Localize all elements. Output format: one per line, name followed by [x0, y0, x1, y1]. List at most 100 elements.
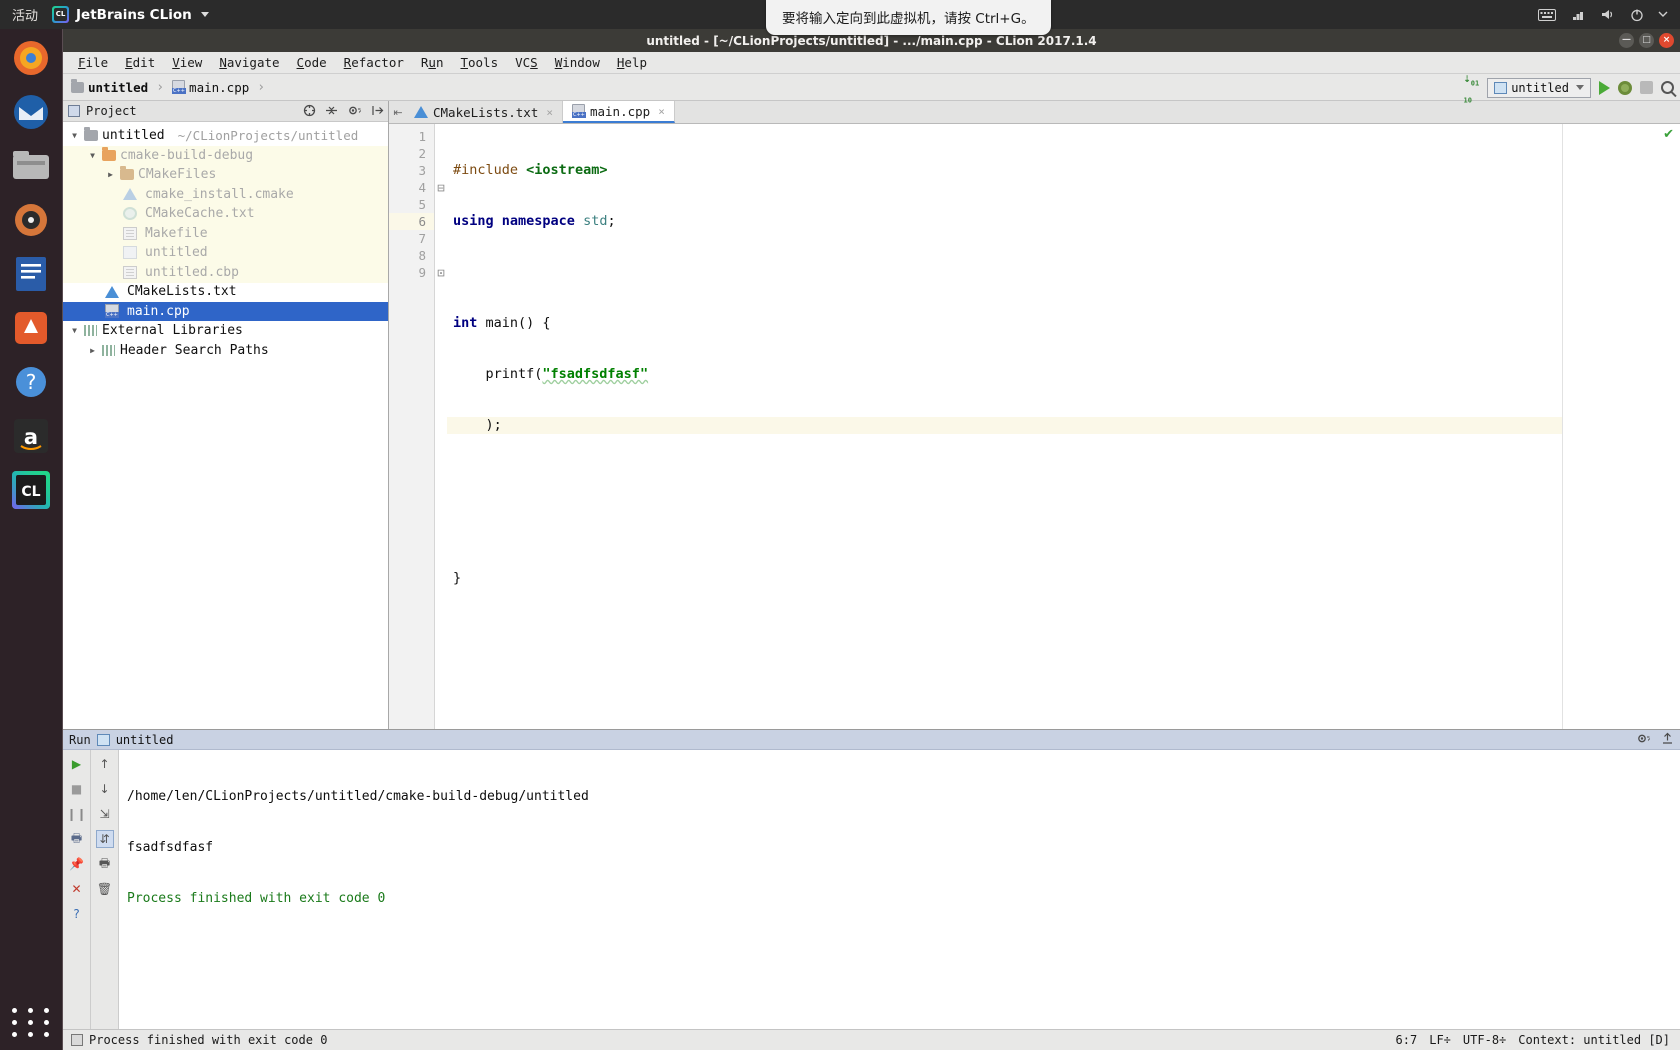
maximize-button[interactable]: □	[1639, 33, 1654, 48]
scroll-to-end-icon[interactable]: ⇵	[95, 830, 114, 848]
close-icon[interactable]: ✕	[68, 880, 86, 898]
tree-node-cmakecache-txt[interactable]: CMakeCache.txt	[63, 204, 388, 224]
soft-wrap-icon[interactable]: ⇲	[96, 805, 114, 823]
hide-icon[interactable]	[1661, 732, 1674, 748]
run-toolbar-left: ▶ ■ ❙❙ 🖶 📌 ✕ ?	[63, 750, 91, 1029]
tree-node-makefile[interactable]: Makefile	[63, 224, 388, 244]
fold-marker-end[interactable]: ⊡	[435, 264, 447, 281]
app-menu-button[interactable]: JetBrains CLion	[52, 6, 209, 23]
dock-item-ubuntu-software[interactable]	[8, 305, 54, 351]
menu-edit[interactable]: Edit	[118, 53, 162, 72]
file-encoding[interactable]: UTF-8÷	[1463, 1033, 1506, 1047]
chevron-down-icon[interactable]	[1658, 11, 1668, 18]
chevron-down-icon[interactable]	[87, 151, 98, 160]
pause-icon[interactable]: ❙❙	[66, 805, 86, 823]
menu-help[interactable]: Help	[610, 53, 654, 72]
menu-file[interactable]: File	[71, 53, 115, 72]
cpp-file-icon	[571, 104, 586, 118]
code-text[interactable]: #include <iostream> using namespace std;…	[447, 124, 1562, 729]
print-console-icon[interactable]: 🖶	[96, 855, 114, 873]
chevron-right-icon[interactable]	[105, 170, 116, 179]
volume-icon[interactable]	[1600, 8, 1616, 21]
run-configuration-selector[interactable]: untitled	[1487, 77, 1591, 98]
caret-position[interactable]: 6:7	[1396, 1033, 1418, 1047]
tree-node-cmakefiles[interactable]: CMakeFiles	[63, 165, 388, 185]
hide-icon[interactable]	[371, 104, 384, 119]
dock-item-amazon[interactable]: a	[8, 413, 54, 459]
stop-icon[interactable]: ■	[68, 780, 86, 798]
activities-button[interactable]: 活动	[0, 5, 52, 24]
dock-item-firefox[interactable]	[8, 35, 54, 81]
line-separator[interactable]: LF÷	[1429, 1033, 1451, 1047]
menu-navigate[interactable]: Navigate	[212, 53, 286, 72]
project-tree[interactable]: untitled ~/CLionProjects/untitled cmake-…	[63, 122, 388, 729]
line-number-current: 6	[389, 213, 434, 230]
chevron-down-icon[interactable]	[69, 326, 80, 335]
collapse-all-icon[interactable]	[325, 104, 338, 119]
trash-icon[interactable]: 🗑	[96, 880, 114, 898]
run-config-name[interactable]: untitled	[116, 733, 174, 747]
close-icon[interactable]: ×	[546, 106, 553, 119]
menu-code[interactable]: Code	[290, 53, 334, 72]
run-icon[interactable]	[1599, 80, 1610, 95]
chevron-down-icon	[200, 12, 209, 17]
dock-item-help[interactable]: ?	[8, 359, 54, 405]
tree-node-untitled-cbp[interactable]: untitled.cbp	[63, 263, 388, 283]
menu-refactor[interactable]: Refactor	[337, 53, 411, 72]
tree-node-cmake-install-cmake[interactable]: cmake_install.cmake	[63, 185, 388, 205]
power-icon[interactable]	[1630, 8, 1644, 22]
dock-item-clion[interactable]: CL	[8, 467, 54, 513]
debug-icon[interactable]	[1618, 80, 1632, 95]
menu-tools[interactable]: Tools	[453, 53, 505, 72]
chevron-right-icon[interactable]	[87, 346, 98, 355]
stop-icon[interactable]	[1640, 81, 1653, 94]
breadcrumb-item-file[interactable]: main.cpp	[189, 80, 249, 95]
breadcrumb-item-project[interactable]: untitled	[88, 80, 148, 95]
pin-icon[interactable]: 📌	[68, 855, 86, 873]
dock-item-libreoffice-writer[interactable]	[8, 251, 54, 297]
help-icon[interactable]: ?	[68, 905, 86, 923]
context-indicator[interactable]: Context: untitled [D]	[1518, 1033, 1670, 1047]
menu-run[interactable]: Run	[414, 53, 451, 72]
minimize-button[interactable]: —	[1619, 33, 1634, 48]
menu-vcs[interactable]: VCS	[508, 53, 545, 72]
tab-main-cpp[interactable]: main.cpp ×	[562, 101, 675, 123]
console-icon[interactable]	[71, 1034, 83, 1046]
gear-icon[interactable]	[347, 104, 362, 119]
dock-item-thunderbird[interactable]	[8, 89, 54, 135]
close-icon[interactable]: ×	[658, 105, 665, 118]
menu-window[interactable]: Window	[548, 53, 607, 72]
gear-icon[interactable]	[1636, 732, 1651, 748]
dock-item-rhythmbox[interactable]	[8, 197, 54, 243]
tree-node-untitled-binary[interactable]: untitled	[63, 243, 388, 263]
dock-item-files[interactable]	[8, 143, 54, 189]
down-arrow-icon[interactable]: ↓	[96, 780, 114, 798]
download-updates-icon[interactable]: ⇣01 10	[1464, 71, 1480, 104]
tree-node-untitled[interactable]: untitled ~/CLionProjects/untitled	[63, 126, 388, 146]
keyboard-icon[interactable]	[1538, 8, 1556, 21]
fold-marker[interactable]: ⊟	[435, 179, 447, 196]
up-arrow-icon[interactable]: ↑	[96, 755, 114, 773]
line-number-gutter[interactable]: 1 2 3 4 5 6 7 8 9	[389, 124, 435, 729]
search-everywhere-icon[interactable]	[1661, 81, 1674, 94]
run-console-output[interactable]: /home/len/CLionProjects/untitled/cmake-b…	[119, 750, 1680, 1029]
tree-node-header-search-paths[interactable]: Header Search Paths	[63, 341, 388, 361]
tree-node-main-cpp[interactable]: main.cpp	[63, 301, 388, 321]
close-button[interactable]: ×	[1659, 33, 1674, 48]
menu-view[interactable]: View	[165, 53, 209, 72]
editor-markup-strip[interactable]: ✔	[1562, 124, 1680, 729]
rerun-icon[interactable]: ▶	[68, 755, 86, 773]
text-file-icon	[123, 226, 137, 240]
network-icon[interactable]	[1570, 8, 1586, 21]
code-folding-gutter[interactable]: ⊟ ⊡	[435, 124, 447, 729]
chevron-down-icon[interactable]	[69, 131, 80, 140]
tree-node-cmake-build-debug[interactable]: cmake-build-debug	[63, 146, 388, 166]
tree-node-external-libraries[interactable]: External Libraries	[63, 321, 388, 341]
tab-cmakelists-txt[interactable]: CMakeLists.txt ×	[405, 101, 563, 123]
tab-list-icon[interactable]: ⇤	[391, 101, 405, 123]
show-applications-button[interactable]	[8, 1006, 52, 1038]
print-icon[interactable]: 🖶	[68, 830, 86, 848]
collapse-target-icon[interactable]	[303, 104, 316, 119]
tree-node-cmakelists-txt[interactable]: CMakeLists.txt	[63, 282, 388, 302]
ok-check-icon: ✔	[1663, 127, 1674, 142]
